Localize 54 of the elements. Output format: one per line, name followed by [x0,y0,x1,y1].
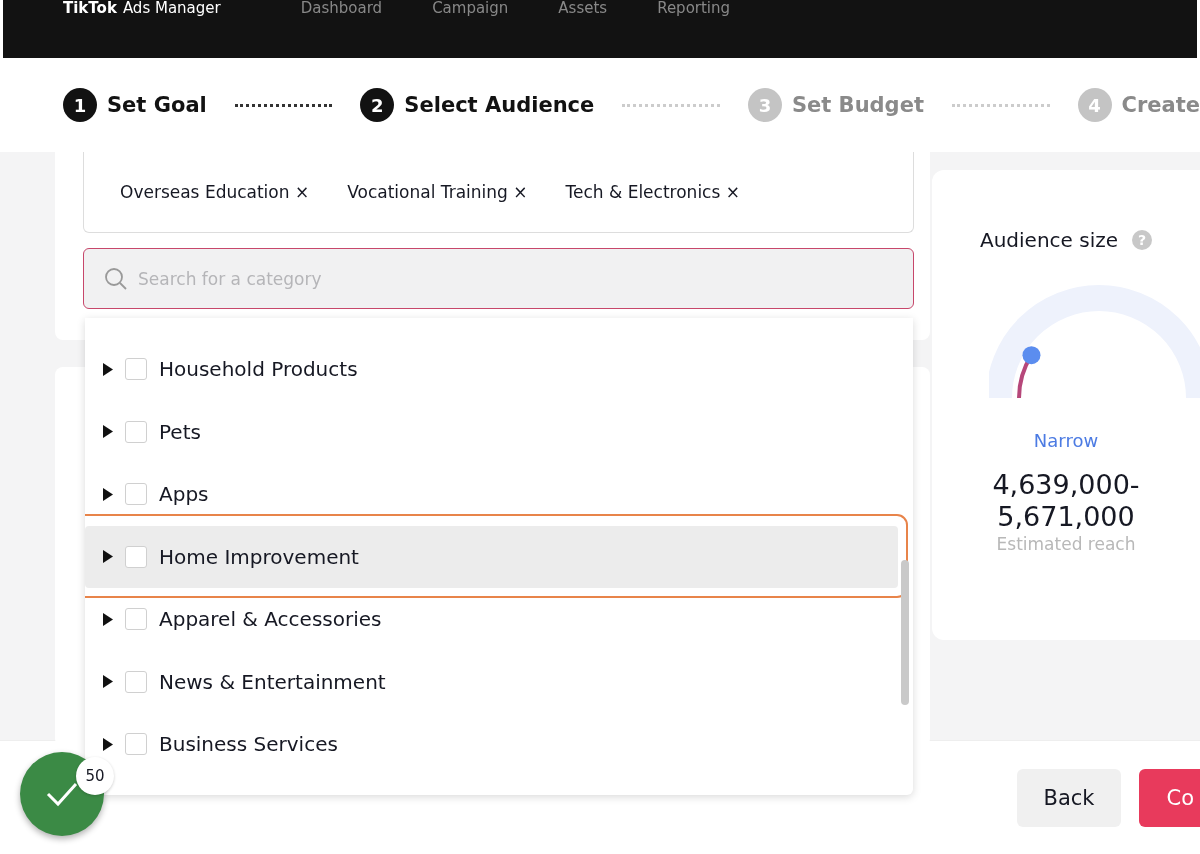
step-number: 4 [1077,88,1112,122]
category-label: News & Entertainment [159,669,386,694]
nav-link[interactable]: Campaign [432,0,509,16]
step-number: 3 [747,88,782,122]
category-label: Business Services [159,732,338,757]
checkbox[interactable] [125,483,147,506]
step-number: 1 [63,88,97,122]
estimated-reach-label: Estimated reach [996,533,1136,554]
category-tag[interactable]: Tech & Electronics × [565,182,740,202]
category-label: Apparel & Accessories [159,607,382,632]
checkbox[interactable] [125,545,147,568]
expand-icon[interactable] [103,737,113,751]
audience-rating: Narrow [1033,430,1099,451]
scrollbar[interactable] [901,560,909,705]
checkmark-icon [45,781,79,807]
category-option[interactable]: Household Products [103,357,358,382]
continue-button[interactable]: Co [1139,768,1200,827]
search-icon [104,266,128,291]
expand-icon[interactable] [103,362,113,376]
category-tag[interactable]: Overseas Education × [120,182,310,202]
checkbox[interactable] [125,733,147,756]
category-option[interactable]: Home Improvement [103,544,359,569]
expand-icon[interactable] [103,612,113,626]
expand-icon[interactable] [103,487,113,501]
search-field[interactable]: Search for a category [136,267,913,290]
step-label[interactable]: Set Goal [107,93,207,117]
category-label: Household Products [159,357,358,382]
category-option[interactable]: Business Services [103,732,338,757]
step-number: 2 [360,88,395,122]
checkbox[interactable] [125,608,147,631]
nav-link[interactable]: Assets [558,0,608,16]
product-name: Ads Manager [122,0,221,16]
estimated-reach-value: 4,639,000- 5,671,000 [992,469,1140,534]
category-option[interactable]: News & Entertainment [103,669,386,694]
nav-link[interactable]: Reporting [657,0,731,16]
expand-icon[interactable] [103,550,113,564]
category-option[interactable]: Apparel & Accessories [103,607,382,632]
step-label[interactable]: Select Audience [404,93,595,117]
category-label: Pets [159,419,201,444]
expand-icon[interactable] [103,425,113,439]
checkbox[interactable] [125,420,147,443]
checkbox[interactable] [125,358,147,381]
category-label: Apps [159,482,209,507]
checkbox[interactable] [125,670,147,693]
expand-icon[interactable] [103,675,113,689]
nav-link[interactable]: Dashboard [300,0,383,16]
category-option[interactable]: Pets [103,419,201,444]
category-option[interactable]: Apps [103,482,209,507]
search-bar[interactable]: Search for a category [83,248,914,309]
category-label: Home Improvement [159,544,359,569]
logo[interactable]: TikTok [63,0,117,16]
audience-size-title: Audience size [980,228,1118,252]
back-button[interactable]: Back [1016,768,1122,827]
category-tag[interactable]: Vocational Training × [347,182,528,202]
